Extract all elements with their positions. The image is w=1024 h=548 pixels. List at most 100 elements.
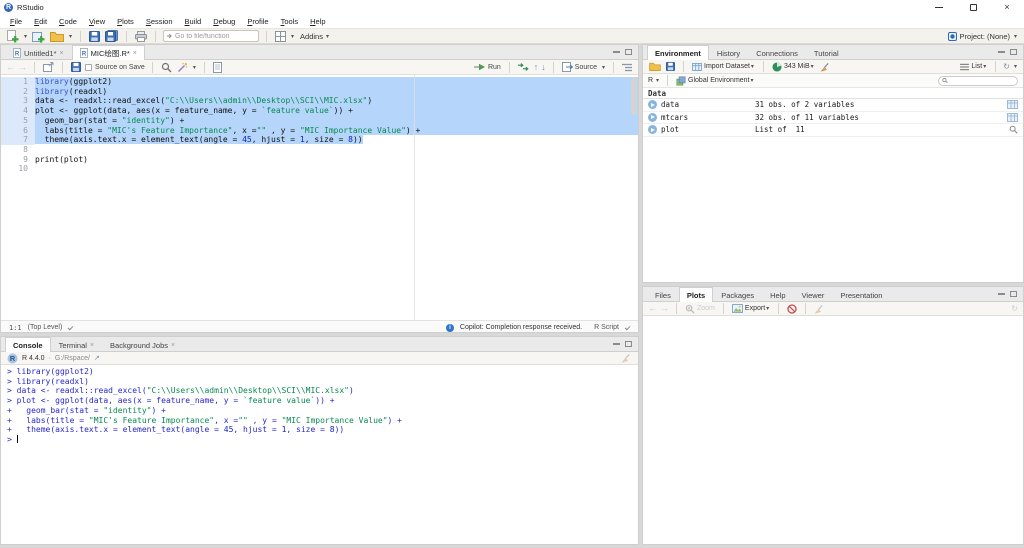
go-up-icon[interactable]: ↑ [534,62,539,72]
environment-object-mtcars[interactable]: mtcars 32 obs. of 11 variables [643,112,1023,124]
files-tab-files[interactable]: Files [647,287,679,302]
maximize-pane-icon[interactable] [1010,291,1017,297]
print-button[interactable] [134,29,148,43]
close-button[interactable]: × [990,0,1024,14]
files-tab-packages[interactable]: Packages [713,287,762,302]
goto-file-search[interactable] [163,30,260,42]
inspect-object-icon[interactable] [1009,125,1018,134]
open-file-button[interactable] [49,29,65,43]
go-down-icon[interactable]: ↓ [541,62,546,72]
menu-build[interactable]: Build [179,15,208,28]
menu-plots[interactable]: Plots [111,15,140,28]
previous-plot-icon[interactable]: ← [648,304,657,313]
environment-search[interactable] [938,75,1018,86]
list-view-button[interactable]: List ▾ [959,60,988,74]
files-tab-plots[interactable]: Plots [678,287,714,302]
menu-file[interactable]: File [4,15,28,28]
environment-object-data[interactable]: data 31 obs. of 2 variables [643,99,1023,112]
console-output[interactable]: > library(ggplot2) > library(readxl) > dat… [1,365,638,544]
close-tab-icon[interactable]: × [60,50,64,57]
refresh-icon[interactable]: ↻ [1003,62,1010,71]
memory-usage-button[interactable]: 343 MiB ▾ [771,60,816,74]
scope-indicator[interactable]: (Top Level) [28,324,63,331]
file-type-indicator[interactable]: R Script [594,324,619,331]
expand-object-icon[interactable] [648,112,657,122]
next-plot-icon[interactable]: → [660,304,669,313]
source-on-save-checkbox[interactable] [85,63,92,71]
forward-icon[interactable]: → [18,62,27,72]
clear-environment-button[interactable] [819,60,831,74]
refresh-icon[interactable]: ↻ [1011,304,1018,313]
menu-code[interactable]: Code [53,15,83,28]
minimize-pane-icon[interactable] [998,293,1005,295]
import-dataset-button[interactable]: Import Dataset ▾ [691,60,756,74]
environment-selector[interactable]: Global Environment ▾ [675,74,756,88]
editor-tab-mic绘图-r-[interactable]: R MIC绘图.R* × [71,45,145,60]
env-tab-environment[interactable]: Environment [647,45,709,60]
rerun-button[interactable] [517,60,531,74]
console-tab-console[interactable]: Console [5,337,51,352]
editor-tab-untitled1-[interactable]: R Untitled1* × [5,45,72,60]
language-selector[interactable]: R ▾ [648,77,660,84]
files-tab-help[interactable]: Help [762,287,793,302]
minimize-pane-icon[interactable] [613,343,620,345]
expand-object-icon[interactable] [648,125,657,135]
env-tab-tutorial[interactable]: Tutorial [806,45,847,60]
files-tab-presentation[interactable]: Presentation [832,287,890,302]
environment-search-input[interactable] [950,77,1014,84]
menu-help[interactable]: Help [304,15,331,28]
scope-chevron-icon[interactable] [67,324,74,331]
workspace-panes-button[interactable] [274,29,287,43]
open-in-new-window-button[interactable] [42,60,55,74]
menu-debug[interactable]: Debug [207,15,241,28]
save-workspace-button[interactable] [665,60,676,74]
file-type-chevron-icon[interactable] [624,324,631,331]
load-workspace-button[interactable] [648,60,662,74]
view-table-icon[interactable] [1007,112,1018,122]
maximize-pane-icon[interactable] [625,341,632,347]
cursor-position[interactable]: 1:1 [9,324,22,332]
editor-scrollbar[interactable] [631,77,637,115]
caret-down-icon[interactable]: ▾ [68,33,73,40]
console-tab-background-jobs[interactable]: Background Jobs × [102,337,183,352]
external-link-icon[interactable]: ↗ [94,355,100,362]
caret-down-icon[interactable]: ▾ [1013,63,1018,70]
caret-down-icon[interactable]: ▾ [290,33,295,40]
console-tab-terminal[interactable]: Terminal × [51,337,102,352]
caret-down-icon[interactable]: ▾ [192,64,197,71]
zoom-plot-button[interactable]: Zoom [684,302,716,316]
code-editor[interactable]: 1 library(ggplot2) 2 library(readxl) 3 data <… [1,75,638,320]
caret-down-icon[interactable]: ▾ [23,33,28,40]
addins-menu[interactable]: Addins ▾ [298,32,332,41]
menu-tools[interactable]: Tools [275,15,305,28]
caret-down-icon[interactable]: ▾ [601,64,606,71]
expand-object-icon[interactable] [648,100,657,110]
close-tab-icon[interactable]: × [90,342,94,349]
save-all-button[interactable] [104,29,119,43]
save-file-button[interactable] [70,60,82,74]
new-project-button[interactable] [31,29,46,43]
clear-plots-button[interactable] [813,302,825,316]
menu-edit[interactable]: Edit [28,15,53,28]
clear-console-button[interactable] [620,351,632,365]
close-tab-icon[interactable]: × [171,342,175,349]
files-tab-viewer[interactable]: Viewer [794,287,833,302]
minimize-pane-icon[interactable] [613,51,620,53]
view-table-icon[interactable] [1007,100,1018,110]
environment-object-plot[interactable]: plot List of 11 [643,124,1023,137]
project-menu[interactable]: Project: (None) ▾ [947,31,1018,41]
goto-file-input[interactable] [175,32,256,40]
minimize-pane-icon[interactable] [998,51,1005,53]
code-tools-button[interactable] [176,60,189,74]
export-plot-button[interactable]: Export ▾ [731,302,771,316]
menu-view[interactable]: View [83,15,111,28]
new-file-button[interactable] [6,29,20,43]
menu-session[interactable]: Session [140,15,179,28]
save-button[interactable] [88,29,101,43]
back-icon[interactable]: ← [6,62,15,72]
run-button[interactable]: Run [473,60,502,74]
env-tab-connections[interactable]: Connections [748,45,806,60]
maximize-pane-icon[interactable] [625,49,632,55]
remove-plot-button[interactable] [786,302,798,316]
env-tab-history[interactable]: History [709,45,748,60]
